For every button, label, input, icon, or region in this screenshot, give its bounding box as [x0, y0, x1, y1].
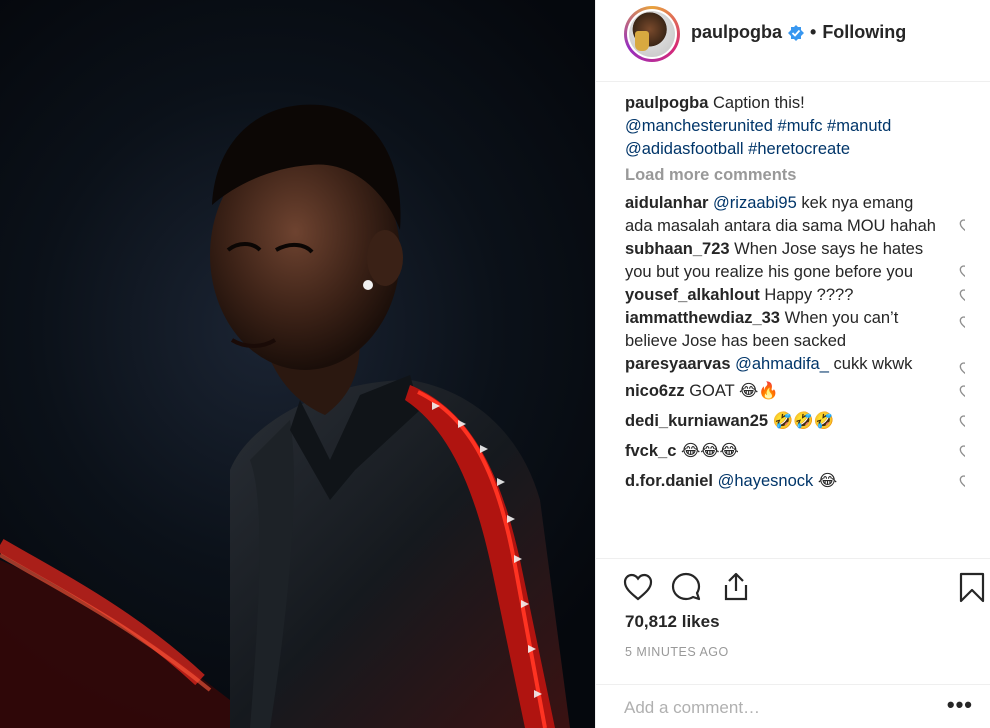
caption-tag[interactable]: #heretocreate	[748, 140, 850, 158]
heart-icon[interactable]	[959, 444, 965, 460]
avatar[interactable]	[624, 6, 680, 62]
post-photo[interactable]	[0, 0, 595, 728]
load-more-comments-button[interactable]: Load more comments	[625, 164, 965, 187]
comment-text: cukk wkwk	[833, 355, 913, 373]
heart-icon[interactable]	[959, 384, 965, 400]
comment-username[interactable]: aidulanhar	[625, 194, 708, 212]
heart-icon[interactable]	[959, 288, 965, 304]
comment-mention[interactable]: @rizaabi95	[713, 194, 797, 212]
comment: aidulanhar @rizaabi95 kek nya emang ada …	[625, 192, 965, 238]
heart-icon[interactable]	[622, 571, 654, 603]
comment: paresyaarvas @ahmadifa_ cukk wkwk	[625, 353, 965, 376]
comment-mention[interactable]: @hayesnock	[718, 472, 814, 490]
heart-icon[interactable]	[959, 218, 965, 234]
player-photo-illustration	[0, 104, 570, 728]
instagram-post: paulpogba • Following paulpogba Caption …	[0, 0, 990, 728]
add-comment-input[interactable]	[624, 695, 924, 721]
header-username[interactable]: paulpogba	[691, 22, 782, 43]
caption: paulpogba Caption this! @manchesterunite…	[625, 92, 965, 161]
header-user-row: paulpogba • Following	[691, 22, 906, 43]
caption-tag[interactable]: @manchesterunited	[625, 117, 773, 135]
comment: dedi_kurniawan25 🤣🤣🤣	[625, 410, 965, 433]
heart-icon[interactable]	[959, 361, 965, 377]
comment-text: Happy ????	[764, 286, 854, 304]
comment: yousef_alkahlout Happy ????	[625, 284, 965, 307]
comment: d.for.daniel @hayesnock 😂	[625, 470, 965, 493]
caption-username[interactable]: paulpogba	[625, 94, 708, 112]
comment-text: 🤣🤣🤣	[772, 412, 835, 430]
comment: iammatthewdiaz_33 When you can’t believe…	[625, 307, 965, 353]
comment-username[interactable]: dedi_kurniawan25	[625, 412, 768, 430]
comment-username[interactable]: d.for.daniel	[625, 472, 713, 490]
heart-icon[interactable]	[959, 474, 965, 490]
comment-username[interactable]: nico6zz	[625, 382, 685, 400]
post-timestamp: 5 MINUTES AGO	[625, 645, 729, 659]
heart-icon[interactable]	[959, 315, 965, 331]
comments-list[interactable]: paulpogba Caption this! @manchesterunite…	[625, 92, 965, 556]
add-comment-bar: •••	[596, 684, 990, 728]
bookmark-icon[interactable]	[956, 571, 988, 603]
caption-tag[interactable]: #mufc	[778, 117, 823, 135]
more-options-icon[interactable]: •••	[947, 694, 973, 716]
comment-username[interactable]: subhaan_723	[625, 240, 730, 258]
comment-text: GOAT 😂🔥	[689, 382, 779, 400]
share-icon[interactable]	[720, 571, 752, 603]
following-button[interactable]: Following	[822, 22, 906, 43]
comment-icon[interactable]	[670, 571, 702, 603]
separator-dot: •	[810, 22, 817, 42]
comment-username[interactable]: fvck_c	[625, 442, 676, 460]
comment-username[interactable]: iammatthewdiaz_33	[625, 309, 780, 327]
verified-badge-icon	[788, 24, 804, 41]
post-actions-bar	[596, 558, 990, 603]
comment-username[interactable]: yousef_alkahlout	[625, 286, 760, 304]
comment-username[interactable]: paresyaarvas	[625, 355, 731, 373]
comment-text: 😂	[817, 472, 838, 490]
caption-tag[interactable]: #manutd	[827, 117, 891, 135]
heart-icon[interactable]	[959, 414, 965, 430]
comment: nico6zz GOAT 😂🔥	[625, 380, 965, 403]
likes-count[interactable]: 70,812 likes	[625, 612, 720, 632]
post-header: paulpogba • Following	[596, 0, 990, 82]
comment: subhaan_723 When Jose says he hates you …	[625, 238, 965, 284]
comment-text: 😂😂😂	[680, 442, 739, 460]
comment: fvck_c 😂😂😂	[625, 440, 965, 463]
heart-icon[interactable]	[959, 264, 965, 280]
post-side-panel: paulpogba • Following paulpogba Caption …	[595, 0, 990, 728]
caption-tag[interactable]: @adidasfootball	[625, 140, 744, 158]
comment-mention[interactable]: @ahmadifa_	[735, 355, 829, 373]
caption-text: Caption this!	[713, 94, 805, 112]
